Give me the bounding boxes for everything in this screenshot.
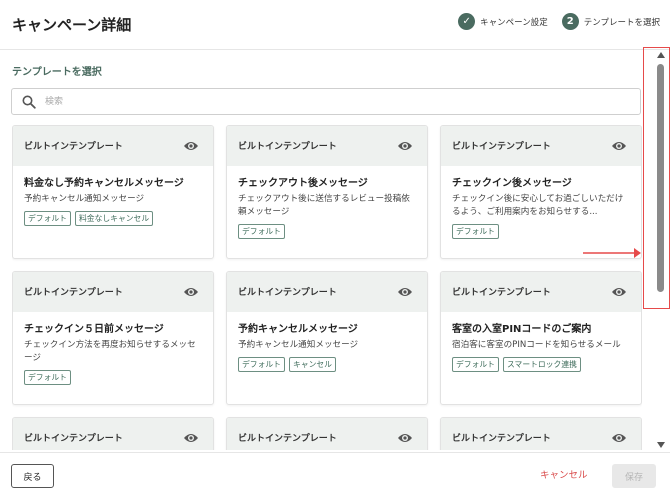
card-type: ビルトインテンプレート [238,288,337,298]
eye-icon[interactable] [397,431,413,445]
card-type: ビルトインテンプレート [24,142,123,152]
modal-header: キャンペーン詳細 ✓ キャンペーン設定 2 テンプレートを選択 [0,0,670,50]
card-type: ビルトインテンプレート [238,142,337,152]
template-card[interactable]: ビルトインテンプレート チェックイン５日前メッセージ チェックイン方法を再度お知… [12,271,214,405]
card-type: ビルトインテンプレート [24,434,123,444]
cancel-button[interactable]: キャンセル [540,467,588,481]
eye-icon[interactable] [611,139,627,153]
template-card[interactable]: ビルトインテンプレート チェックイン後メッセージ チェックイン後に安心してお過ご… [440,125,642,259]
tag: スマートロック連携 [502,357,581,372]
template-card[interactable]: ビルトインテンプレート 客室の入室PINコードのご案内 宿泊客に客室のPINコー… [440,271,642,405]
save-button[interactable]: 保存 [612,464,656,488]
check-circle-icon: ✓ [458,13,476,30]
step-label: テンプレートを選択 [583,17,660,28]
tag: デフォルト [238,357,285,372]
tag: デフォルト [238,224,285,239]
eye-icon[interactable] [183,431,199,445]
eye-icon[interactable] [183,139,199,153]
card-header: ビルトインテンプレート [13,418,213,450]
template-card[interactable]: ビルトインテンプレート 予約キャンセルメッセージ 予約キャンセル通知メッセージ … [226,271,428,405]
card-header: ビルトインテンプレート [227,418,427,450]
eye-icon[interactable] [183,285,199,299]
tag: デフォルト [452,357,499,372]
card-title: 料金なし予約キャンセルメッセージ [24,178,184,189]
card-title: 予約キャンセルメッセージ [238,324,358,335]
page-title: キャンペーン詳細 [12,16,132,34]
card-header: ビルトインテンプレート [227,272,427,312]
card-description: 宿泊客に客室のPINコードを知らせるメール [452,340,621,350]
card-title: チェックイン後メッセージ [452,178,572,189]
search-input[interactable] [45,93,625,111]
eye-icon[interactable] [397,285,413,299]
eye-icon[interactable] [397,139,413,153]
card-type: ビルトインテンプレート [238,434,337,444]
template-card[interactable]: ビルトインテンプレート [12,417,214,450]
card-type: ビルトインテンプレート [24,288,123,298]
card-header: ビルトインテンプレート [441,272,641,312]
search-box[interactable] [11,88,641,115]
card-type: ビルトインテンプレート [452,434,551,444]
card-type: ビルトインテンプレート [452,288,551,298]
template-card[interactable]: ビルトインテンプレート [226,417,428,450]
card-type: ビルトインテンプレート [452,142,551,152]
card-description: チェックイン方法を再度お知らせするメッセージ [24,340,196,363]
tag: デフォルト [24,211,71,226]
card-title: 客室の入室PINコードのご案内 [452,324,592,335]
tag: キャンセル [288,357,336,372]
stepper: ✓ キャンペーン設定 2 テンプレートを選択 [444,13,660,30]
step-campaign-settings: ✓ キャンペーン設定 [458,13,548,30]
card-header: ビルトインテンプレート [13,272,213,312]
step-label: キャンペーン設定 [480,17,548,28]
template-card[interactable]: ビルトインテンプレート チェックアウト後メッセージ チェックアウト後に送信するレ… [226,125,428,259]
eye-icon[interactable] [611,431,627,445]
card-header: ビルトインテンプレート [441,126,641,166]
card-title: チェックイン５日前メッセージ [24,324,164,335]
step-number-icon: 2 [561,13,579,30]
card-header: ビルトインテンプレート [441,418,641,450]
card-description: 予約キャンセル通知メッセージ [238,340,359,350]
template-grid: ビルトインテンプレート 料金なし予約キャンセルメッセージ 予約キャンセル通知メッ… [12,125,642,450]
template-card[interactable]: ビルトインテンプレート 料金なし予約キャンセルメッセージ 予約キャンセル通知メッ… [12,125,214,259]
eye-icon[interactable] [611,285,627,299]
tag: 料金なしキャンセル [74,211,154,226]
annotation-highlight-box [643,47,670,309]
template-card[interactable]: ビルトインテンプレート [440,417,642,450]
card-title: チェックアウト後メッセージ [238,178,368,189]
section-title: テンプレートを選択 [12,67,102,78]
tag: デフォルト [24,370,71,385]
card-description: 予約キャンセル通知メッセージ [24,194,145,204]
annotation-arrow-icon [583,248,641,258]
scroll-down-arrow-icon[interactable] [657,442,665,448]
step-select-template: 2 テンプレートを選択 [561,13,660,30]
card-header: ビルトインテンプレート [227,126,427,166]
card-header: ビルトインテンプレート [13,126,213,166]
search-icon [22,95,36,109]
card-description: チェックアウト後に送信するレビュー投稿依頼メッセージ [238,194,410,217]
card-description: チェックイン後に安心してお過ごしいただけるよう、ご利用案内をお知らせする... [452,194,624,217]
modal-footer: 戻る キャンセル 保存 [0,452,670,499]
back-button[interactable]: 戻る [11,464,54,488]
tag: デフォルト [452,224,499,239]
